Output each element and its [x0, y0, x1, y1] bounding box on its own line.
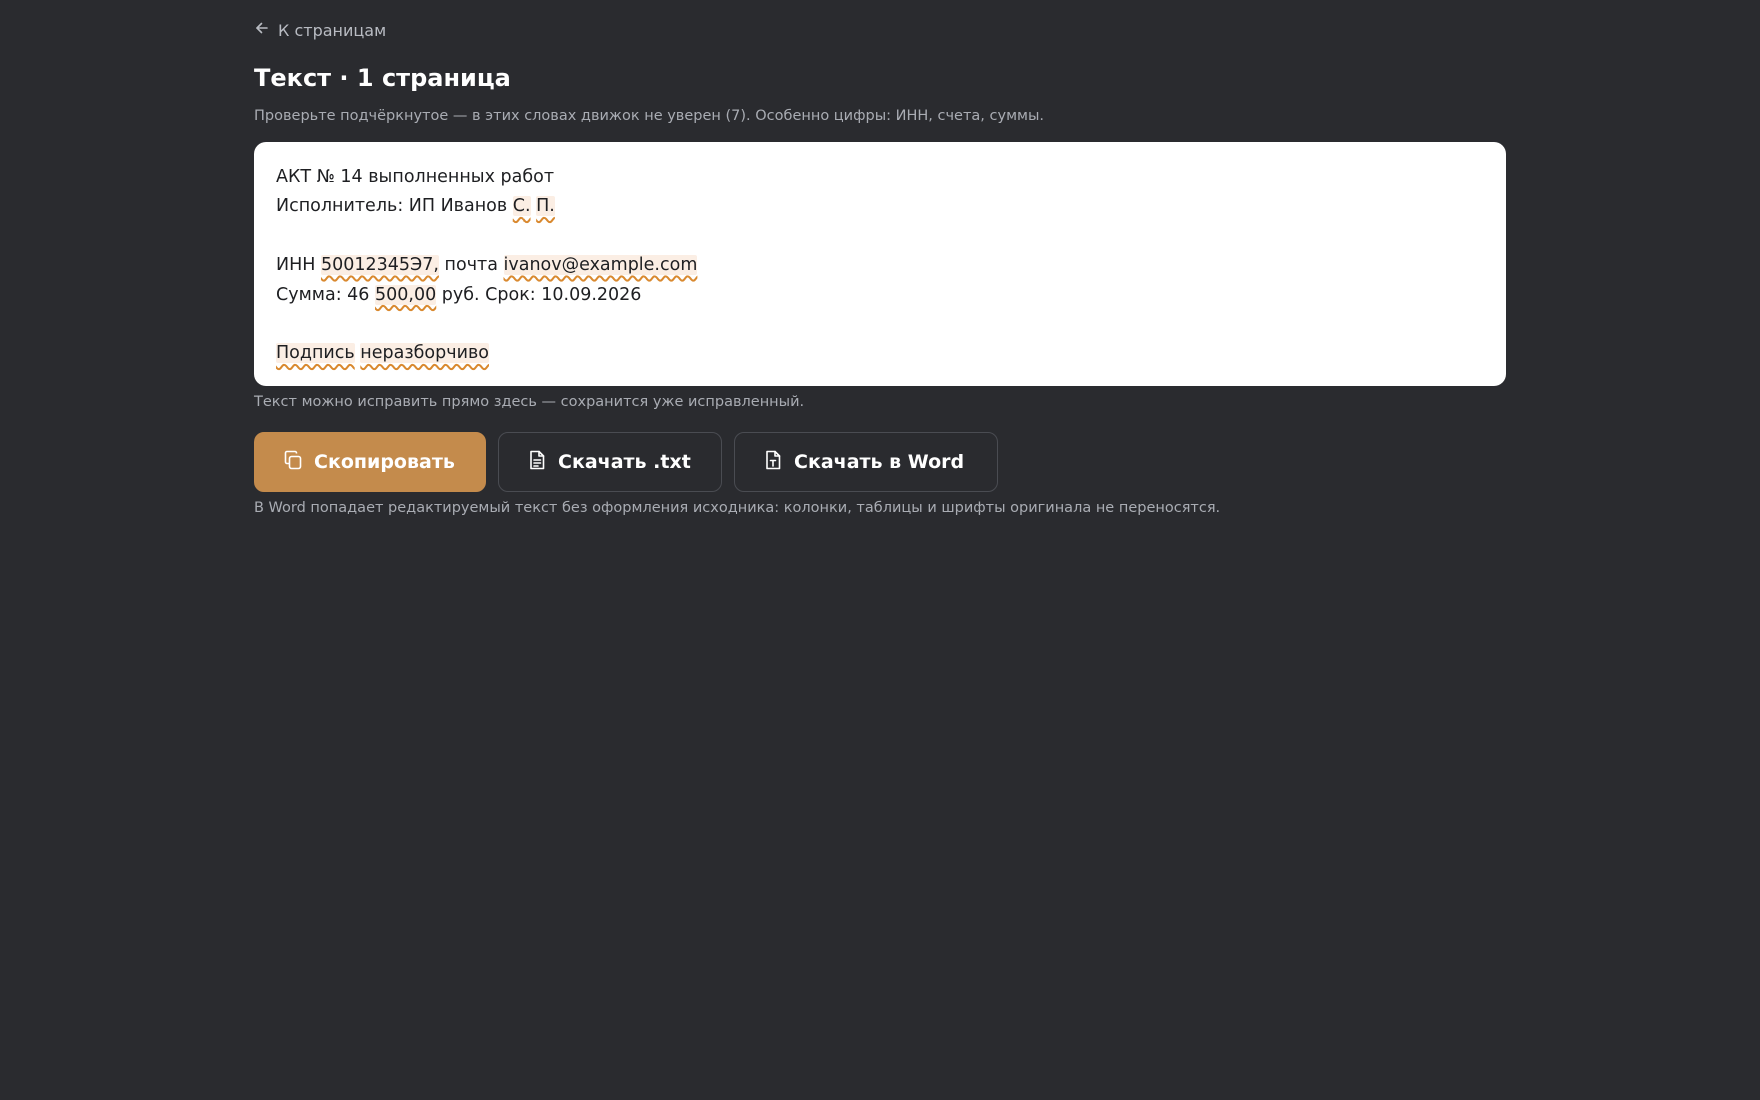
copy-button[interactable]: Скопировать: [254, 432, 486, 492]
page-title: Текст · 1 страница: [254, 64, 511, 92]
action-bar: Скопировать Скачать .txt Скачать в Word: [254, 432, 998, 492]
back-link[interactable]: К страницам: [254, 20, 386, 40]
download-word-label: Скачать в Word: [794, 451, 965, 473]
doc-line-7: Подпись неразборчиво: [276, 339, 1484, 368]
doc-text: руб. Срок: 10.09.2026: [436, 284, 642, 305]
download-txt-label: Скачать .txt: [558, 451, 691, 473]
uncertain-word[interactable]: С.: [512, 196, 531, 217]
copy-icon: [282, 449, 304, 476]
back-link-label: К страницам: [278, 20, 387, 40]
uncertain-word[interactable]: ivanov@example.com: [503, 255, 698, 276]
file-word-icon: [762, 449, 784, 476]
uncertain-word[interactable]: 50012345Э7,: [320, 255, 439, 276]
copy-button-label: Скопировать: [314, 451, 455, 473]
doc-line-empty: [276, 310, 1484, 339]
uncertain-word[interactable]: неразборчиво: [360, 343, 489, 364]
doc-text: Сумма: 46: [276, 284, 375, 305]
review-hint: Проверьте подчёркнутое — в этих словах д…: [254, 108, 1045, 124]
download-txt-button[interactable]: Скачать .txt: [498, 432, 722, 492]
doc-text: Исполнитель: ИП Иванов: [276, 196, 513, 217]
doc-text: ИНН: [276, 255, 321, 276]
arrow-left-icon: [254, 20, 270, 40]
uncertain-word[interactable]: 500,00: [375, 284, 437, 305]
doc-line-empty: [276, 222, 1484, 251]
text-editor[interactable]: АКТ № 14 выполненных работ Исполнитель: …: [254, 142, 1506, 386]
doc-line-1: АКТ № 14 выполненных работ: [276, 167, 555, 187]
doc-line-4: ИНН 50012345Э7, почта ivanov@example.com: [276, 251, 1484, 280]
doc-line-2: Исполнитель: ИП Иванов С. П.: [276, 192, 1484, 221]
uncertain-word[interactable]: Подпись: [276, 343, 355, 364]
download-word-button[interactable]: Скачать в Word: [734, 432, 998, 492]
edit-note: Текст можно исправить прямо здесь — сохр…: [254, 394, 805, 410]
file-text-icon: [526, 449, 548, 476]
word-export-note: В Word попадает редактируемый текст без …: [254, 500, 1221, 516]
doc-text: почта: [438, 255, 504, 276]
doc-line-5: Сумма: 46 500,00 руб. Срок: 10.09.2026: [276, 281, 1484, 310]
uncertain-word[interactable]: П.: [536, 196, 555, 217]
